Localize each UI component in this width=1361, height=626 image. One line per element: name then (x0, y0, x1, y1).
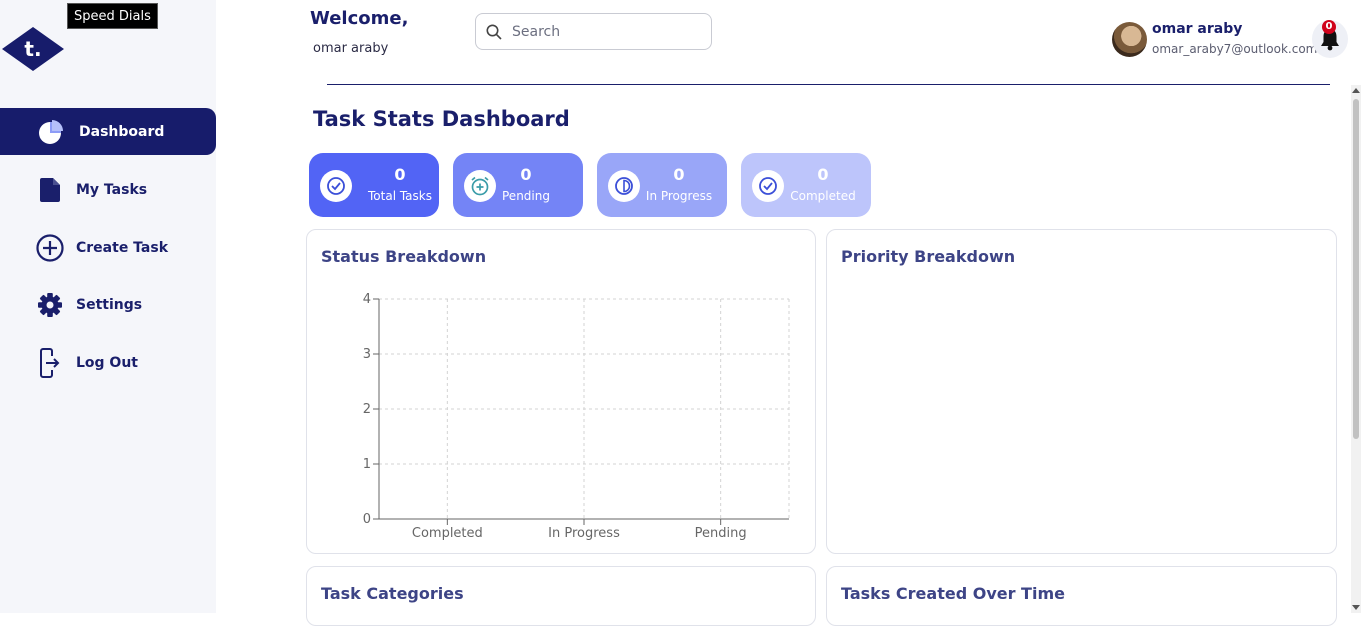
gear-icon (36, 291, 64, 319)
notification-badge: 0 (1322, 20, 1336, 34)
sidebar-item-create-task[interactable]: Create Task (0, 224, 216, 271)
stat-label: Completed (790, 189, 856, 203)
page-scrollbar[interactable] (1351, 85, 1361, 613)
search-box[interactable] (475, 13, 712, 50)
document-icon (36, 176, 64, 204)
search-input[interactable] (512, 23, 682, 40)
priority-breakdown-panel: Priority Breakdown (826, 229, 1337, 554)
scroll-down-arrow-icon[interactable] (1352, 605, 1360, 610)
stat-value: 0 (673, 165, 685, 184)
x-tick-label: Pending (695, 526, 747, 541)
page-title: Task Stats Dashboard (313, 107, 570, 131)
y-tick-label: 2 (363, 402, 371, 417)
stat-card-pending[interactable]: 0 Pending (453, 153, 583, 217)
stat-value: 0 (817, 165, 829, 184)
sidebar-item-label: Create Task (76, 239, 169, 256)
sidebar-item-settings[interactable]: Settings (0, 281, 216, 328)
profile-email: omar_araby7@outlook.com (1152, 42, 1318, 56)
y-tick-label: 0 (363, 512, 371, 527)
profile-name: omar araby (1152, 21, 1243, 37)
y-tick-label: 1 (363, 457, 371, 472)
stat-card-in-progress[interactable]: 0 In Progress (597, 153, 727, 217)
y-tick-label: 4 (363, 292, 371, 307)
check-circle-icon (320, 170, 352, 202)
x-tick-label: Completed (412, 526, 483, 541)
stat-value: 0 (394, 165, 406, 184)
status-breakdown-chart: 0 1 2 3 4 Completed In Progress Pending (363, 292, 790, 541)
sidebar-item-my-tasks[interactable]: My Tasks (0, 166, 216, 213)
scroll-up-arrow-icon[interactable] (1352, 88, 1360, 93)
plus-circle-icon (36, 233, 64, 262)
logo-letter: t. (24, 37, 41, 61)
search-icon (486, 24, 502, 40)
scrollbar-thumb[interactable] (1353, 99, 1359, 439)
task-categories-panel: Task Categories (306, 566, 816, 626)
stat-card-total-tasks[interactable]: 0 Total Tasks (309, 153, 439, 217)
sidebar-item-label: Dashboard (79, 123, 165, 140)
speed-dials-tooltip: Speed Dials (67, 3, 158, 29)
tasks-created-panel: Tasks Created Over Time (826, 566, 1337, 626)
app-logo[interactable]: t. (1, 27, 65, 71)
welcome-heading: Welcome, (310, 8, 409, 29)
avatar[interactable] (1112, 22, 1147, 57)
notifications-button[interactable]: 0 (1312, 20, 1348, 58)
logout-icon (36, 347, 64, 378)
header-divider (327, 84, 1330, 85)
sidebar-item-dashboard[interactable]: Dashboard (0, 108, 216, 155)
x-tick-label: In Progress (548, 526, 620, 541)
panel-title: Task Categories (321, 584, 464, 603)
stat-value: 0 (520, 165, 532, 184)
sidebar-item-label: Settings (76, 296, 143, 313)
y-tick-label: 3 (363, 347, 371, 362)
panel-title: Priority Breakdown (841, 247, 1016, 266)
status-breakdown-panel: Status Breakdown 0 1 2 3 4 Completed In Progre… (306, 229, 816, 554)
sidebar-item-log-out[interactable]: Log Out (0, 339, 216, 386)
stat-card-completed[interactable]: 0 Completed (741, 153, 871, 217)
panel-title: Tasks Created Over Time (841, 584, 1065, 603)
stat-label: In Progress (645, 189, 713, 203)
welcome-username: omar araby (313, 41, 389, 56)
sidebar-item-label: Log Out (76, 354, 138, 371)
stat-label: Pending (502, 189, 550, 203)
stat-label: Total Tasks (368, 189, 432, 203)
pie-chart-icon (37, 118, 65, 146)
sidebar: t. Dashboard My Tasks Create Task Settin… (0, 0, 216, 613)
sidebar-item-label: My Tasks (76, 181, 148, 198)
